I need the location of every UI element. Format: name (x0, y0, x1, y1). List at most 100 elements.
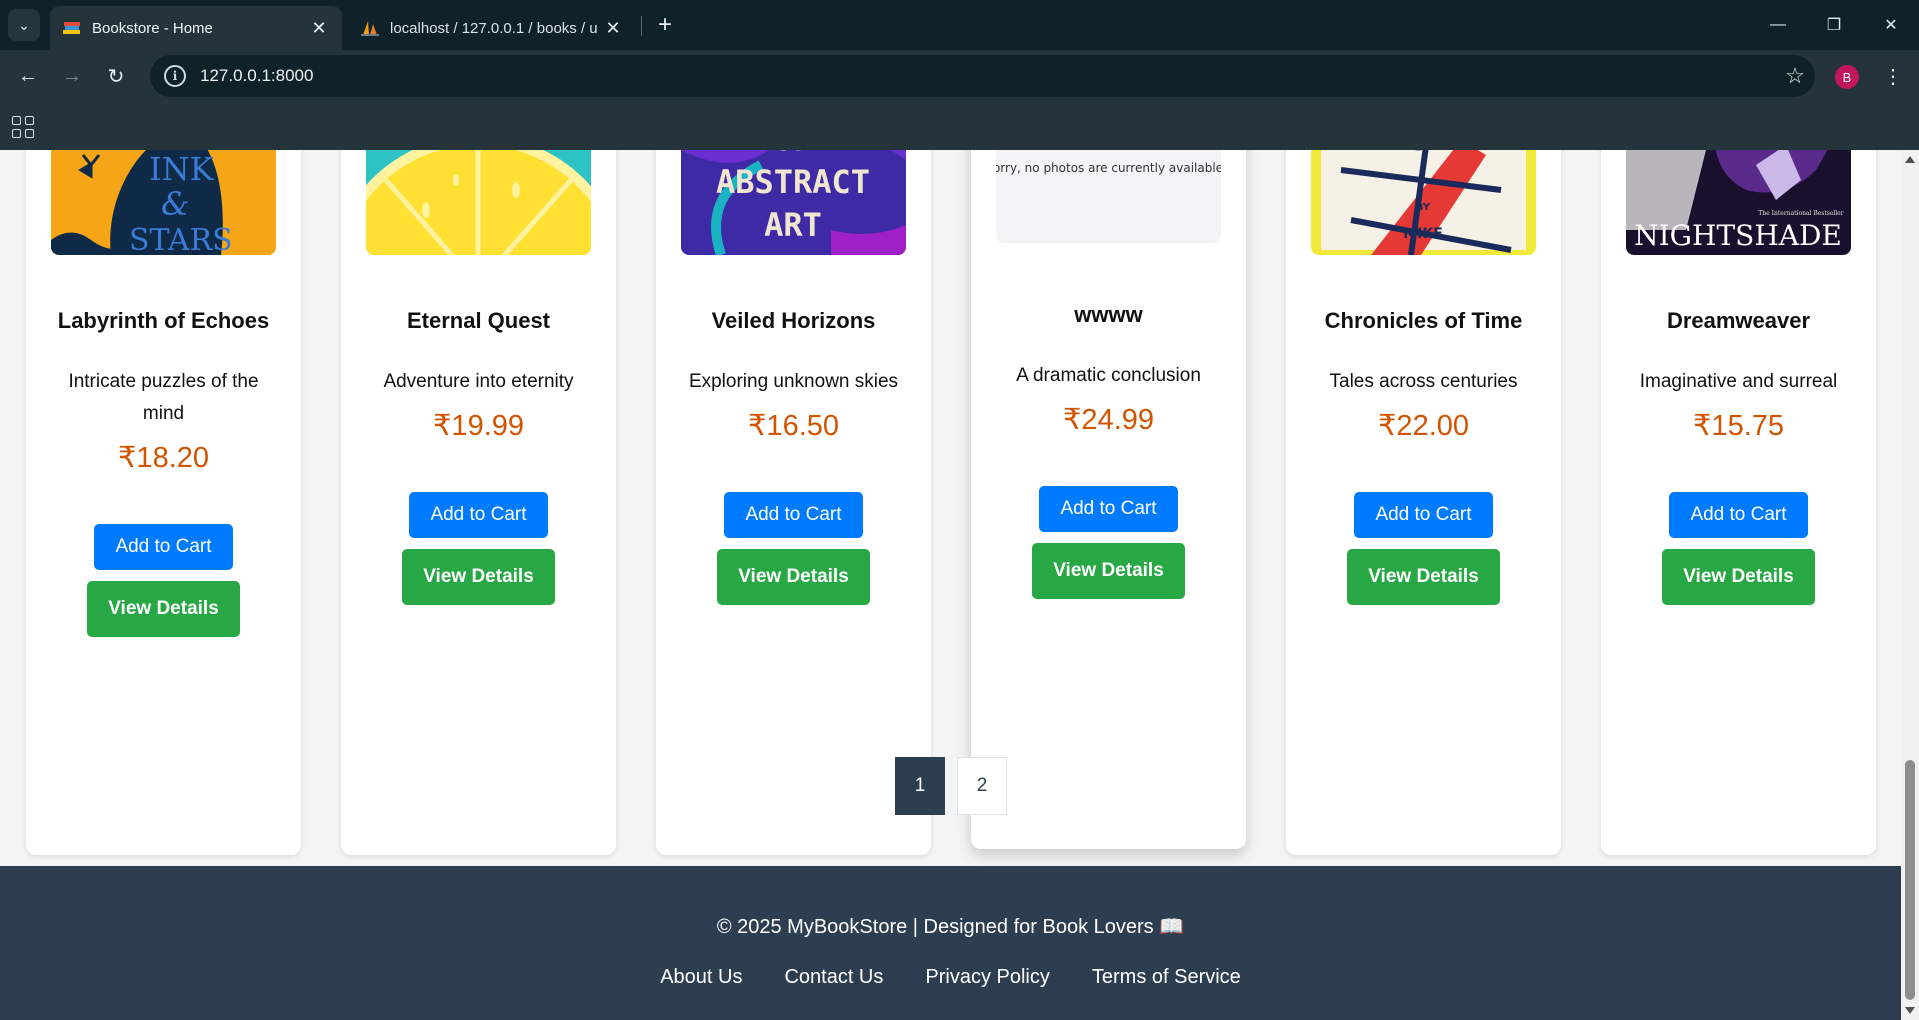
arrow-right-icon: → (62, 64, 82, 87)
bookmark-star-icon[interactable]: ☆ (1775, 63, 1815, 89)
cover-text: BY (1416, 202, 1431, 213)
view-details-button[interactable]: View Details (1032, 543, 1185, 599)
page-viewport: of INK & STARS Labyrinth of Echoes Intri… (0, 150, 1901, 1020)
bookmarks-bar (0, 102, 1919, 150)
view-details-button[interactable]: View Details (402, 549, 555, 605)
page-scrollbar[interactable] (1901, 150, 1919, 1020)
view-details-button[interactable]: View Details (717, 549, 870, 605)
book-card: of INK & STARS Labyrinth of Echoes Intri… (26, 150, 301, 855)
book-cover-image: orry, no photos are currently available (996, 150, 1221, 243)
book-price: ₹24.99 (1062, 404, 1155, 436)
browser-toolbar: ← → ↻ i 127.0.0.1:8000 ☆ B ⋮ (0, 50, 1919, 102)
add-to-cart-button[interactable]: Add to Cart (94, 524, 233, 570)
add-to-cart-button[interactable]: Add to Cart (724, 492, 863, 538)
arrow-left-icon: ← (18, 64, 38, 87)
book-description: Tales across centuries (1329, 371, 1518, 392)
book-card: LLOYD BY MIKE Chronicles of Time Tales a… (1286, 150, 1561, 855)
footer-link-terms[interactable]: Terms of Service (1092, 966, 1241, 989)
book-card: The International Bestseller NIGHTSHADE … (1601, 150, 1876, 855)
tab-search-button[interactable]: ⌄ (8, 9, 40, 41)
book-price: ₹18.20 (117, 442, 210, 474)
phpmyadmin-sail-icon (360, 18, 380, 38)
book-description: Imaginative and surreal (1639, 371, 1838, 392)
close-window-button[interactable]: ✕ (1863, 0, 1919, 50)
tab-bookstore-home[interactable]: Bookstore - Home ✕ (50, 6, 342, 50)
view-details-button[interactable]: View Details (87, 581, 240, 637)
book-title: Veiled Horizons (711, 308, 876, 333)
close-tab-icon[interactable]: ✕ (308, 18, 330, 39)
tab-title: Bookstore - Home (92, 19, 213, 37)
book-description: Exploring unknown skies (688, 371, 899, 392)
tab-strip: ⌄ Bookstore - Home ✕ localhost / 127.0.0… (0, 0, 1919, 50)
book-cover-image: OF ABSTRACT ART (681, 150, 906, 255)
minimize-icon: — (1770, 16, 1786, 33)
back-button[interactable]: ← (12, 60, 44, 92)
footer-link-about[interactable]: About Us (660, 966, 742, 989)
chevron-down-icon: ⌄ (18, 16, 30, 33)
book-card: Eternal Quest Adventure into eternity ₹1… (341, 150, 616, 855)
book-title: Chronicles of Time (1324, 308, 1523, 333)
scroll-up-arrow-icon[interactable] (1905, 156, 1915, 163)
scroll-thumb[interactable] (1905, 760, 1915, 1000)
book-price: ₹19.99 (432, 410, 525, 442)
footer-link-contact[interactable]: Contact Us (784, 966, 883, 989)
browser-menu-icon[interactable]: ⋮ (1880, 62, 1906, 90)
footer-links: About Us Contact Us Privacy Policy Terms… (0, 966, 1901, 989)
add-to-cart-button[interactable]: Add to Cart (1354, 492, 1493, 538)
cover-text: & (161, 185, 189, 223)
book-description: A dramatic conclusion (1016, 365, 1201, 386)
scroll-down-arrow-icon[interactable] (1905, 1007, 1915, 1014)
book-title: wwww (1074, 302, 1143, 327)
book-cover-image: of INK & STARS (51, 150, 276, 255)
book-card: OF ABSTRACT ART Veiled Horizons Explorin… (656, 150, 931, 855)
book-price: ₹15.75 (1692, 410, 1785, 442)
book-favicon-icon (62, 18, 82, 38)
book-description: Intricate puzzles of the mind (68, 371, 259, 424)
cover-text: ART (764, 206, 822, 244)
new-tab-button[interactable]: + (650, 10, 680, 40)
address-url[interactable]: 127.0.0.1:8000 (200, 66, 1775, 86)
book-price: ₹16.50 (747, 410, 840, 442)
restore-icon: ❐ (1826, 17, 1842, 34)
cover-text: INK (149, 150, 215, 188)
book-description: Adventure into eternity (383, 371, 574, 392)
cover-text: NIGHTSHADE (1634, 219, 1842, 252)
cover-text: ABSTRACT (716, 163, 870, 201)
restore-button[interactable]: ❐ (1806, 0, 1862, 50)
cover-text: MIKE (1403, 226, 1443, 242)
site-info-icon[interactable]: i (164, 65, 186, 87)
tab-title: localhost / 127.0.0.1 / books / u (390, 19, 598, 37)
book-card: orry, no photos are currently available … (971, 150, 1246, 849)
cover-text: LLOYD (1365, 150, 1480, 158)
pagination-page-link[interactable]: 2 (957, 757, 1007, 815)
reload-button[interactable]: ↻ (100, 60, 132, 92)
plus-icon: + (657, 11, 672, 38)
site-footer: © 2025 MyBookStore | Designed for Book L… (0, 866, 1901, 1020)
view-details-button[interactable]: View Details (1347, 549, 1500, 605)
close-icon: ✕ (1884, 17, 1898, 34)
profile-avatar[interactable]: B (1835, 65, 1859, 89)
cover-text: The International Bestseller (1758, 210, 1844, 217)
address-bar[interactable]: i 127.0.0.1:8000 ☆ (150, 55, 1815, 97)
book-title: Eternal Quest (406, 308, 551, 333)
book-title: Labyrinth of Echoes (57, 308, 270, 333)
minimize-button[interactable]: — (1750, 0, 1806, 50)
close-tab-icon[interactable]: ✕ (602, 18, 624, 39)
add-to-cart-button[interactable]: Add to Cart (1039, 486, 1178, 532)
add-to-cart-button[interactable]: Add to Cart (409, 492, 548, 538)
pagination-page-current[interactable]: 1 (895, 757, 945, 815)
cover-text: orry, no photos are currently available (996, 161, 1221, 175)
view-details-button[interactable]: View Details (1662, 549, 1815, 605)
tab-phpmyadmin[interactable]: localhost / 127.0.0.1 / books / u ✕ (348, 6, 636, 50)
add-to-cart-button[interactable]: Add to Cart (1669, 492, 1808, 538)
forward-button[interactable]: → (56, 60, 88, 92)
cover-text: STARS (129, 223, 233, 255)
footer-link-privacy[interactable]: Privacy Policy (925, 966, 1049, 989)
reload-icon: ↻ (107, 65, 125, 88)
cover-text: OF (774, 150, 813, 158)
book-cover-image (366, 150, 591, 255)
apps-grid-icon[interactable] (12, 116, 34, 138)
book-cover-image: LLOYD BY MIKE (1311, 150, 1536, 255)
tab-divider (641, 16, 642, 36)
book-price: ₹22.00 (1377, 410, 1470, 442)
